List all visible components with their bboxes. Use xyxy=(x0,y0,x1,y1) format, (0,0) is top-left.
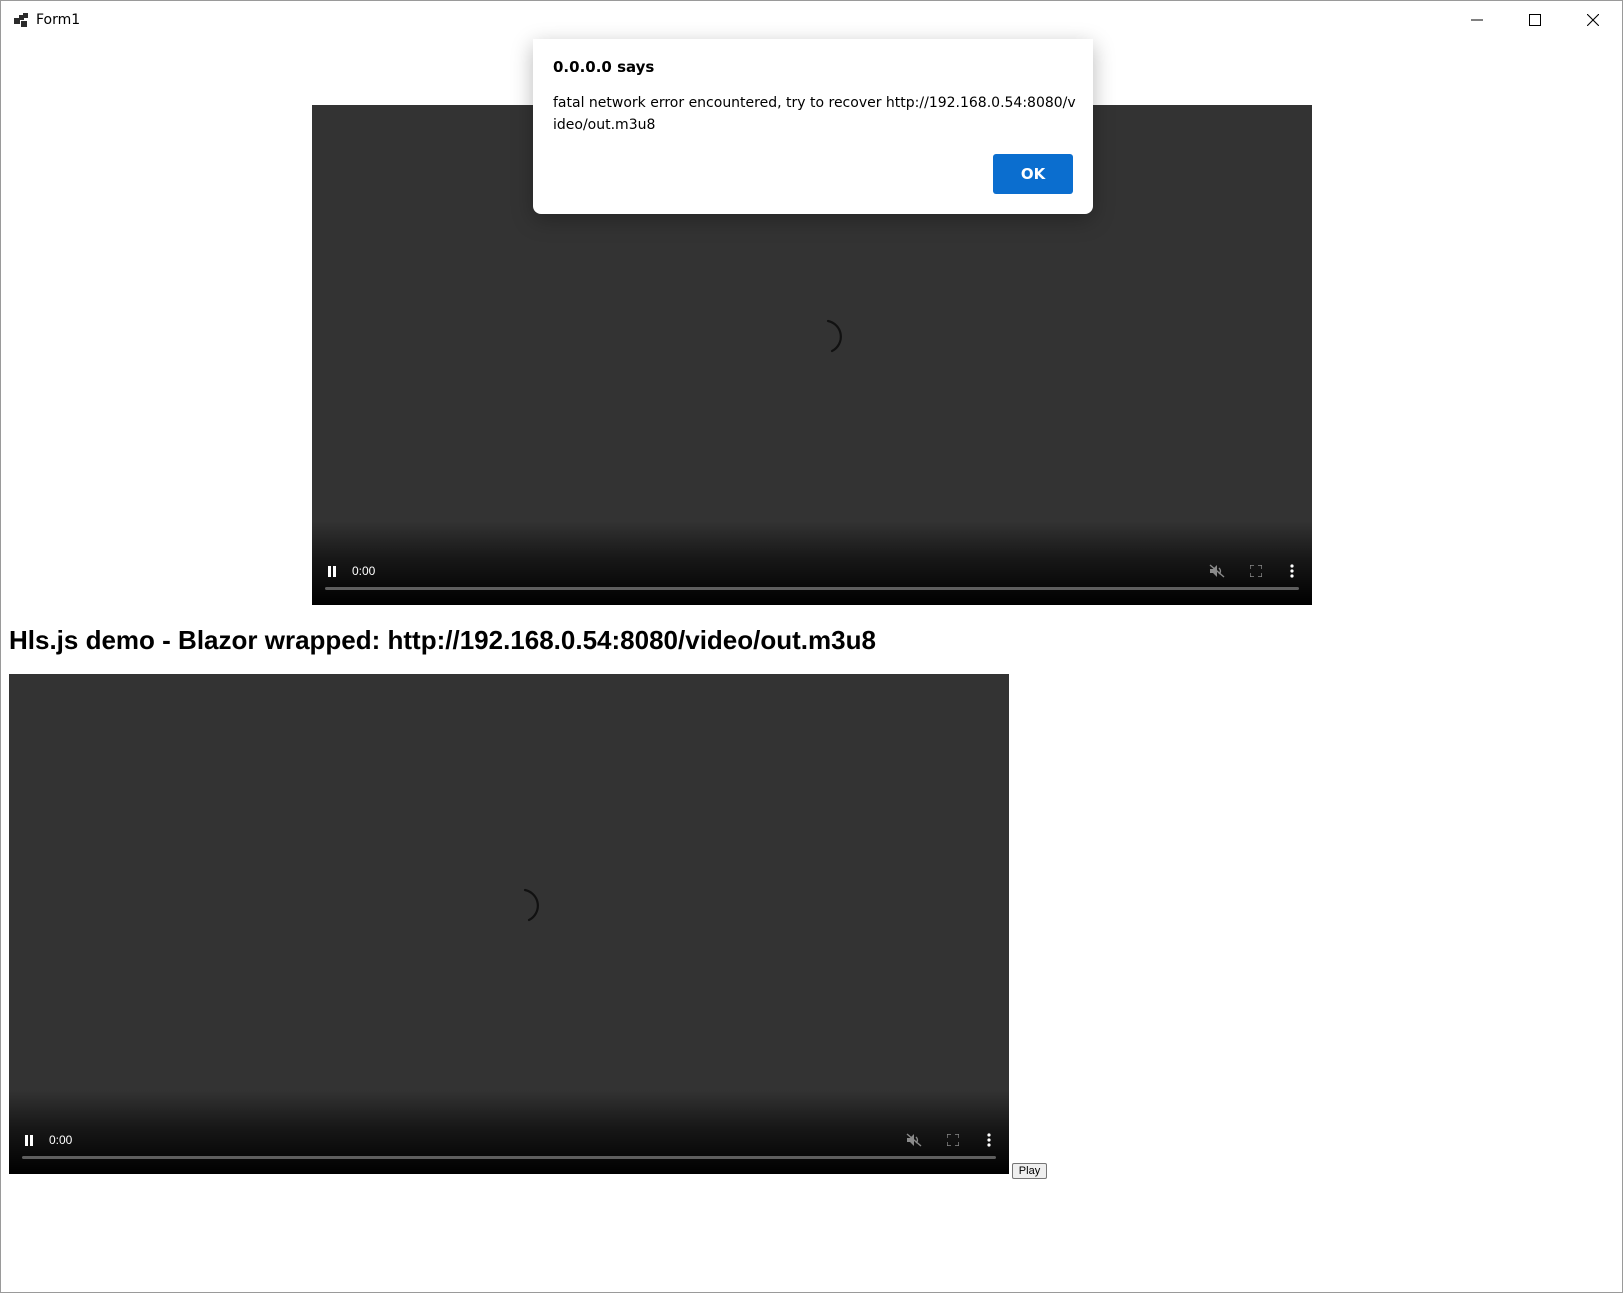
window-title: Form1 xyxy=(36,12,81,28)
fullscreen-icon[interactable] xyxy=(1248,563,1264,579)
ok-button[interactable]: OK xyxy=(993,154,1073,194)
maximize-icon xyxy=(1529,14,1541,26)
mute-icon[interactable] xyxy=(905,1131,923,1149)
dialog-title: 0.0.0.0 says xyxy=(553,58,655,76)
video-progress-bar[interactable] xyxy=(325,587,1299,590)
more-options-icon[interactable] xyxy=(981,1132,997,1148)
mute-icon[interactable] xyxy=(1208,562,1226,580)
loading-spinner-icon xyxy=(812,317,852,357)
more-options-icon[interactable] xyxy=(1284,563,1300,579)
video-time: 0:00 xyxy=(49,1133,73,1147)
video-controls: 0:00 xyxy=(9,1090,1009,1174)
pause-icon[interactable] xyxy=(324,563,340,579)
play-button[interactable]: Play xyxy=(1012,1163,1047,1179)
close-icon xyxy=(1587,14,1599,26)
video-time: 0:00 xyxy=(352,564,376,578)
fullscreen-icon[interactable] xyxy=(945,1132,961,1148)
close-button[interactable] xyxy=(1564,1,1622,39)
page-heading: Hls.js demo - Blazor wrapped: http://192… xyxy=(9,625,876,655)
video-player-bottom[interactable]: 0:00 xyxy=(9,674,1009,1174)
app-window: Form1 0:00 Hls.js demo - Blazor wrapped:… xyxy=(0,0,1623,1293)
minimize-button[interactable] xyxy=(1448,1,1506,39)
alert-dialog: 0.0.0.0 says fatal network error encount… xyxy=(533,39,1093,214)
dialog-message: fatal network error encountered, try to … xyxy=(553,95,1076,133)
form-app-icon xyxy=(13,12,29,28)
pause-icon[interactable] xyxy=(21,1132,37,1148)
video-controls: 0:00 xyxy=(312,521,1312,605)
minimize-icon xyxy=(1471,14,1483,26)
title-bar[interactable]: Form1 xyxy=(1,1,1622,39)
loading-spinner-icon xyxy=(509,886,549,926)
video-progress-bar[interactable] xyxy=(22,1156,996,1159)
maximize-button[interactable] xyxy=(1506,1,1564,39)
